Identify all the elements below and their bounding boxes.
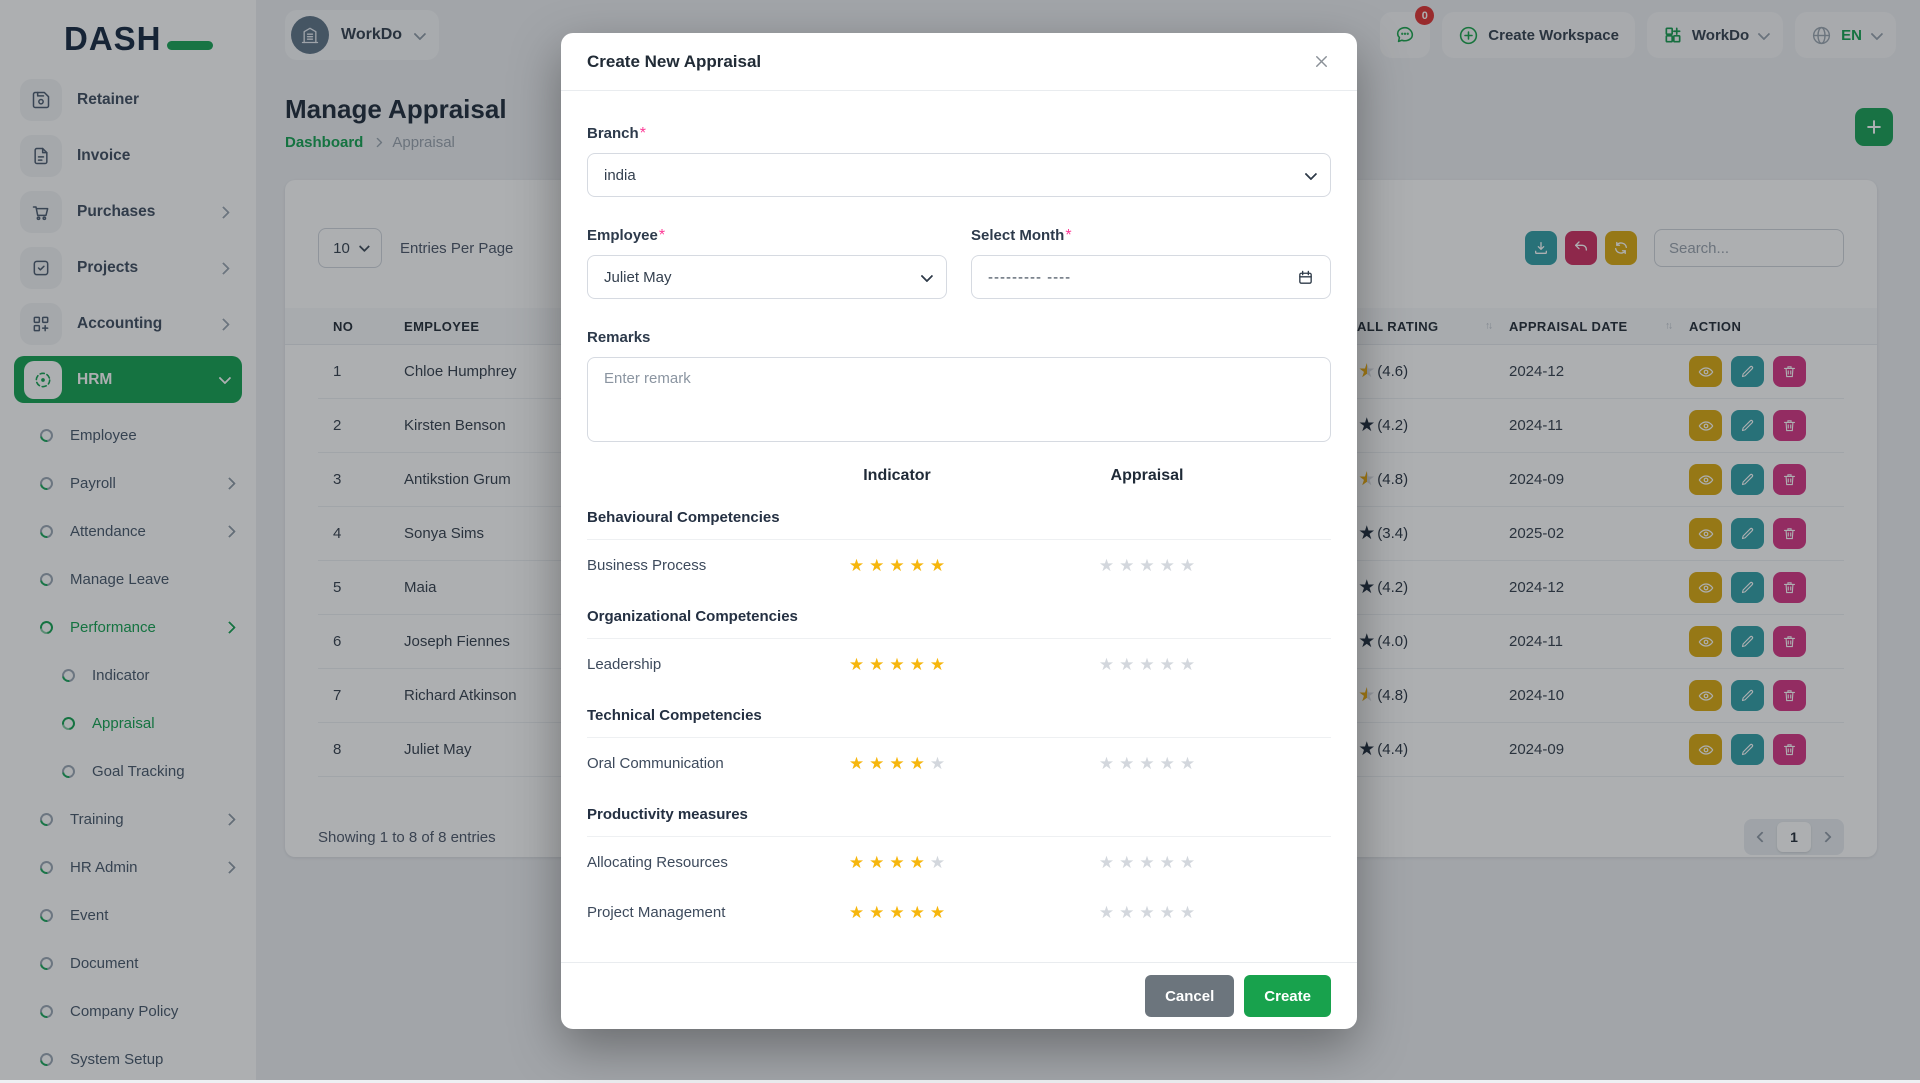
appraisal-stars-input[interactable]: ★ ★ ★ ★ ★ (1022, 755, 1272, 772)
modal-title: Create New Appraisal (587, 51, 762, 71)
indicator-stars: ★ ★ ★ ★ ★ (848, 654, 946, 674)
competency-label: Leadership (587, 655, 662, 673)
month-input[interactable]: --------- ---- (971, 255, 1331, 299)
select-month-label: Select Month (971, 227, 1065, 244)
competency-row: Project Management ★ ★ ★ ★ ★ ★ ★ ★ ★ ★ (587, 887, 1331, 937)
branch-label: Branch (587, 125, 639, 142)
chevron-down-icon (1304, 167, 1318, 180)
appraisal-stars-input[interactable]: ★ ★ ★ ★ ★ (1022, 854, 1272, 871)
required-mark: * (1065, 227, 1072, 244)
competency-row: Oral Communication ★ ★ ★ ★ ★ ★ ★ ★ ★ ★ (587, 738, 1331, 788)
competency-sections: Behavioural Competencies Business Process… (587, 509, 1331, 937)
competency-label: Project Management (587, 903, 726, 921)
close-icon[interactable] (1312, 52, 1331, 71)
competency-label: Allocating Resources (587, 853, 728, 871)
modal-header: Create New Appraisal (561, 33, 1357, 91)
indicator-stars: ★ ★ ★ ★ ★ (848, 753, 946, 773)
modal-body: Branch* india Employee* Juliet May Selec… (561, 91, 1357, 937)
competency-row: Leadership ★ ★ ★ ★ ★ ★ ★ ★ ★ ★ (587, 639, 1331, 689)
employee-label: Employee (587, 227, 658, 244)
branch-select[interactable]: india (587, 153, 1331, 197)
required-mark: * (658, 227, 666, 244)
calendar-icon[interactable] (1297, 269, 1314, 286)
competency-label: Oral Communication (587, 754, 724, 772)
remarks-label: Remarks (587, 329, 651, 346)
competency-row: Allocating Resources ★ ★ ★ ★ ★ ★ ★ ★ ★ ★ (587, 837, 1331, 887)
indicator-stars: ★ ★ ★ ★ ★ (848, 555, 946, 575)
appraisal-stars-input[interactable]: ★ ★ ★ ★ ★ (1022, 557, 1272, 574)
indicator-stars: ★ ★ ★ ★ ★ (848, 902, 946, 922)
appraisal-stars-input[interactable]: ★ ★ ★ ★ ★ (1022, 656, 1272, 673)
competency-section-title: Organizational Competencies (587, 608, 798, 625)
indicator-column-label: Indicator (863, 467, 931, 484)
create-appraisal-modal: Create New Appraisal Branch* india Emplo… (561, 33, 1357, 1029)
appraisal-column-label: Appraisal (1110, 467, 1184, 484)
employee-select[interactable]: Juliet May (587, 255, 947, 299)
chevron-down-icon (920, 269, 934, 282)
indicator-stars: ★ ★ ★ ★ ★ (848, 852, 946, 872)
rating-columns-header: Indicator Appraisal (587, 461, 1331, 491)
appraisal-stars-input[interactable]: ★ ★ ★ ★ ★ (1022, 904, 1272, 921)
competency-section-title: Technical Competencies (587, 707, 762, 724)
cancel-button[interactable]: Cancel (1145, 975, 1235, 1017)
required-mark: * (639, 125, 646, 142)
modal-footer: Cancel Create (561, 962, 1357, 1029)
competency-row: Business Process ★ ★ ★ ★ ★ ★ ★ ★ ★ ★ (587, 540, 1331, 590)
competency-section-title: Productivity measures (587, 806, 748, 823)
competency-section-title: Behavioural Competencies (587, 509, 780, 526)
competency-label: Business Process (587, 556, 707, 574)
create-button[interactable]: Create (1244, 975, 1331, 1017)
remarks-textarea[interactable] (587, 357, 1331, 442)
